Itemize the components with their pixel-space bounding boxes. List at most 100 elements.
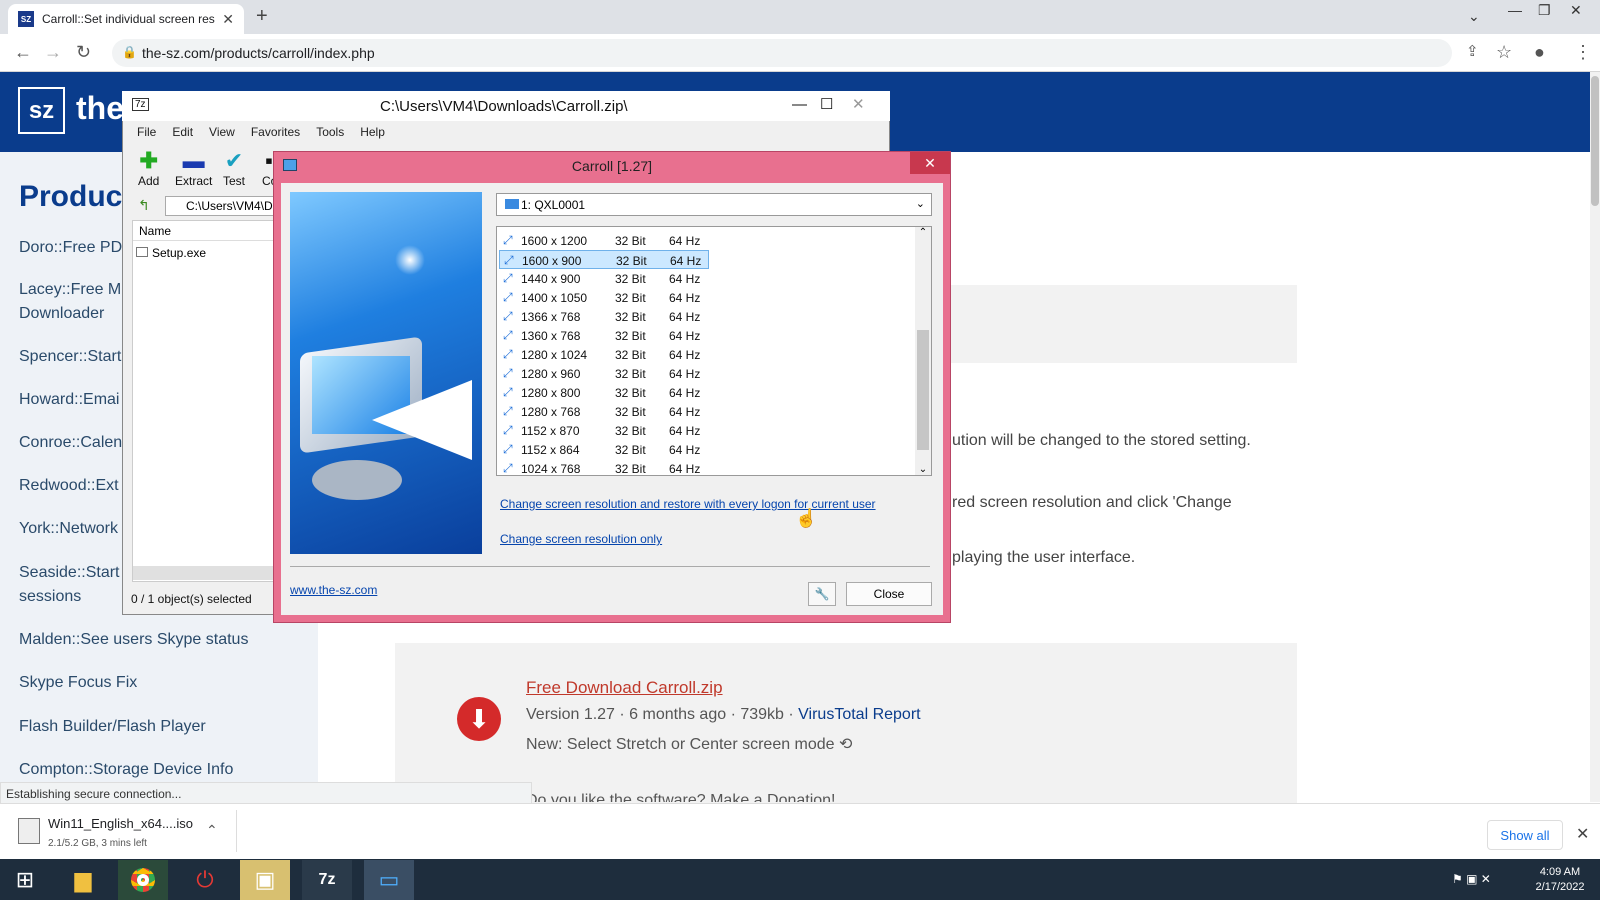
close-button[interactable]: Close xyxy=(846,582,932,606)
resolution-row[interactable]: ⤢ 1440 x 900 32 Bit 64 Hz xyxy=(499,269,709,288)
sidebar-item-compton[interactable]: Compton::Storage Device Info xyxy=(19,758,309,782)
virustotal-link[interactable]: VirusTotal Report xyxy=(798,706,920,723)
browser-tab[interactable]: SZ Carroll::Set individual screen res… ✕ xyxy=(8,4,244,34)
page-scrollbar-thumb[interactable] xyxy=(1591,76,1599,206)
resolution-row[interactable]: ⤢ 1360 x 768 32 Bit 64 Hz xyxy=(499,326,709,345)
resolution-value: 1400 x 1050 xyxy=(521,291,588,305)
7zip-hscroll[interactable] xyxy=(133,566,281,580)
7zip-titlebar[interactable]: 7z C:\Users\VM4\Downloads\Carroll.zip\ —… xyxy=(122,91,890,121)
chevron-up-icon[interactable]: ⌃ xyxy=(206,822,218,839)
divider xyxy=(236,810,237,852)
menu-view[interactable]: View xyxy=(209,125,235,139)
menu-tools[interactable]: Tools xyxy=(316,125,344,139)
chrome-icon[interactable] xyxy=(118,860,168,900)
minimize-button[interactable]: — xyxy=(1508,2,1522,18)
reload-icon[interactable]: ↻ xyxy=(76,42,91,63)
menu-edit[interactable]: Edit xyxy=(172,125,193,139)
tab-search-icon[interactable]: ⌄ xyxy=(1468,8,1480,25)
sidebar-item-flash[interactable]: Flash Builder/Flash Player xyxy=(19,715,309,739)
new-tab-button[interactable]: + xyxy=(256,5,268,28)
display-select[interactable]: 1: QXL0001 ⌄ xyxy=(496,193,932,216)
7zip-maximize-icon[interactable]: ☐ xyxy=(820,95,833,113)
resolution-value: 1280 x 800 xyxy=(521,386,581,400)
tray-icons[interactable]: ⚑ ▣ ✕ xyxy=(1452,872,1491,886)
resize-icon: ⤢ xyxy=(503,366,513,380)
test-button[interactable]: ✔ Test xyxy=(223,148,245,188)
download-meta: Version 1.27 · 6 months ago · 739kb · Vi… xyxy=(526,706,921,724)
7zip-close-icon[interactable]: ✕ xyxy=(852,95,865,113)
installer-app-icon[interactable]: ▣ xyxy=(240,860,290,900)
bit-depth: 32 Bit xyxy=(615,443,646,457)
carroll-close-icon[interactable]: ✕ xyxy=(910,152,950,174)
start-icon[interactable]: ⊞ xyxy=(0,860,50,900)
resolution-list[interactable]: ⤢ 1600 x 1200 32 Bit 64 Hz ⤢ 1600 x 900 32 Bit… xyxy=(496,226,932,476)
site-logo[interactable]: sz xyxy=(18,87,65,134)
resolution-row[interactable]: ⤢ 1600 x 900 32 Bit 64 Hz xyxy=(499,250,709,269)
resolution-row[interactable]: ⤢ 1280 x 1024 32 Bit 64 Hz xyxy=(499,345,709,364)
7zip-taskbar-icon[interactable]: 7z xyxy=(302,860,352,900)
add-button[interactable]: ✚ Add xyxy=(138,148,159,188)
up-folder-icon[interactable]: ↰ xyxy=(138,197,150,214)
resolution-row[interactable]: ⤢ 1024 x 768 32 Bit 64 Hz xyxy=(499,459,709,475)
bookmark-star-icon[interactable]: ☆ xyxy=(1496,42,1512,63)
resize-icon: ⤢ xyxy=(503,385,513,399)
donate-text: Do you like the software? Make a Donatio… xyxy=(526,792,836,802)
download-filename[interactable]: Win11_English_x64....iso xyxy=(48,816,193,831)
download-link[interactable]: Free Download Carroll.zip xyxy=(526,678,723,698)
bit-depth: 32 Bit xyxy=(615,386,646,400)
7zip-address[interactable]: C:\Users\VM4\D xyxy=(165,196,285,216)
site-logo-text[interactable]: the xyxy=(76,90,124,127)
close-download-bar-icon[interactable]: ✕ xyxy=(1576,824,1589,844)
tab-close-icon[interactable]: ✕ xyxy=(222,11,234,28)
back-icon[interactable]: ← xyxy=(14,42,32,63)
test-label: Test xyxy=(223,174,246,188)
column-header-name[interactable]: Name xyxy=(133,221,281,241)
settings-wrench-button[interactable]: 🔧 xyxy=(808,582,836,606)
resolution-value: 1280 x 1024 xyxy=(521,348,588,362)
sidebar-item-skype-focus[interactable]: Skype Focus Fix xyxy=(19,671,309,695)
restore-button[interactable]: ❐ xyxy=(1538,2,1551,19)
file-explorer-icon[interactable]: ▆ xyxy=(58,860,108,900)
show-all-button[interactable]: Show all xyxy=(1487,820,1563,850)
menu-help[interactable]: Help xyxy=(360,125,385,139)
resolution-row[interactable]: ⤢ 1280 x 768 32 Bit 64 Hz xyxy=(499,402,709,421)
refresh-rate: 64 Hz xyxy=(669,329,701,343)
download-meta-text: Version 1.27 · 6 months ago · 739kb · xyxy=(526,706,799,723)
carroll-taskbar-icon[interactable]: ▭ xyxy=(364,860,414,900)
power-app-icon[interactable]: ⏻ xyxy=(180,860,230,900)
resolution-row[interactable]: ⤢ 1280 x 960 32 Bit 64 Hz xyxy=(499,364,709,383)
bit-depth: 32 Bit xyxy=(615,405,646,419)
7zip-minimize-icon[interactable]: — xyxy=(792,96,807,113)
extract-button[interactable]: ▬ Extract xyxy=(175,148,212,188)
forward-icon[interactable]: → xyxy=(44,42,62,63)
share-icon[interactable]: ⇪ xyxy=(1466,42,1479,60)
menu-file[interactable]: File xyxy=(137,125,156,139)
resolution-row[interactable]: ⤢ 1366 x 768 32 Bit 64 Hz xyxy=(499,307,709,326)
menu-icon[interactable]: ⋮ xyxy=(1574,42,1592,63)
bit-depth: 32 Bit xyxy=(615,291,646,305)
refresh-rate: 64 Hz xyxy=(669,310,701,324)
website-link[interactable]: www.the-sz.com xyxy=(290,583,377,597)
list-scrollbar-thumb[interactable] xyxy=(917,330,929,450)
menu-favorites[interactable]: Favorites xyxy=(251,125,300,139)
carroll-title[interactable]: Carroll [1.27] xyxy=(273,151,951,181)
scroll-up-icon[interactable]: ⌃ xyxy=(915,227,931,238)
resolution-row[interactable]: ⤢ 1152 x 870 32 Bit 64 Hz xyxy=(499,421,709,440)
file-item[interactable]: Setup.exe xyxy=(136,246,206,260)
profile-icon[interactable]: ● xyxy=(1534,42,1545,63)
close-window-button[interactable]: ✕ xyxy=(1570,2,1582,19)
resolution-row[interactable]: ⤢ 1152 x 864 32 Bit 64 Hz xyxy=(499,440,709,459)
resolution-row[interactable]: ⤢ 1600 x 1200 32 Bit 64 Hz xyxy=(499,231,709,250)
sidebar-item-malden[interactable]: Malden::See users Skype status xyxy=(19,628,309,652)
clock[interactable]: 4:09 AM 2/17/2022 xyxy=(1525,865,1595,895)
download-icon[interactable]: ⬇ xyxy=(457,697,501,741)
address-bar[interactable]: 🔒 the-sz.com/products/carroll/index.php xyxy=(112,39,1452,67)
resolution-row[interactable]: ⤢ 1280 x 800 32 Bit 64 Hz xyxy=(499,383,709,402)
resolution-row[interactable]: ⤢ 1400 x 1050 32 Bit 64 Hz xyxy=(499,288,709,307)
change-only-link[interactable]: Change screen resolution only xyxy=(500,532,662,546)
display-icon xyxy=(505,199,519,209)
change-and-restore-link[interactable]: Change screen resolution and restore wit… xyxy=(500,497,876,511)
scroll-down-icon[interactable]: ⌄ xyxy=(915,464,931,475)
refresh-rate: 64 Hz xyxy=(669,234,701,248)
7zip-title: C:\Users\VM4\Downloads\Carroll.zip\ xyxy=(380,98,628,115)
